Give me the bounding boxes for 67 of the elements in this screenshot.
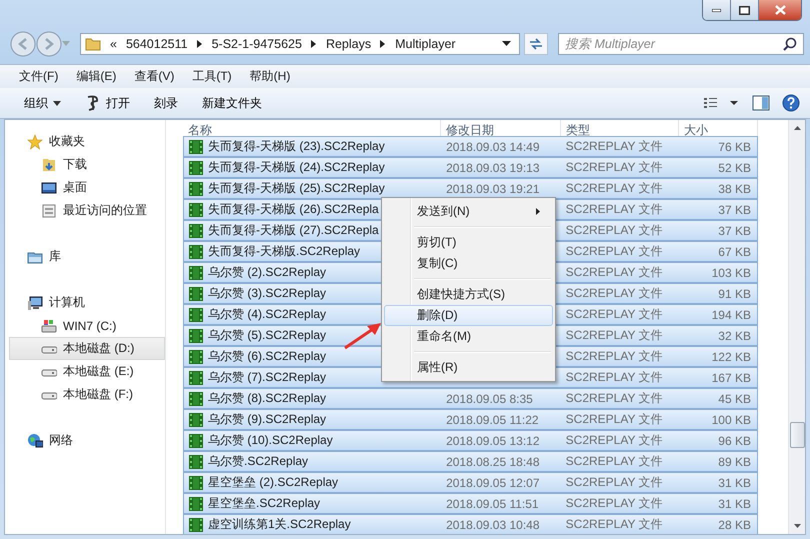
file-type: SC2REPLAY 文件	[566, 453, 663, 470]
file-size: 31 KB	[718, 476, 751, 490]
file-type: SC2REPLAY 文件	[566, 348, 663, 365]
file-name: 虚空训练第1关.SC2Replay	[208, 516, 351, 533]
file-type: SC2REPLAY 文件	[566, 516, 663, 533]
file-name: 乌尔赞 (4).SC2Replay	[208, 306, 326, 323]
file-name: 失而复得-天梯版 (24).SC2Replay	[208, 159, 385, 176]
file-name: 乌尔赞 (8).SC2Replay	[208, 390, 326, 407]
file-name: 乌尔赞.SC2Replay	[208, 453, 308, 470]
file-name: 乌尔赞 (3).SC2Replay	[208, 285, 326, 302]
file-type: SC2REPLAY 文件	[566, 495, 663, 512]
file-type: SC2REPLAY 文件	[566, 180, 663, 197]
file-size: 67 KB	[718, 244, 751, 258]
date-modified: 2018.09.03 19:21	[446, 182, 540, 196]
file-size: 37 KB	[718, 224, 751, 238]
file-type: SC2REPLAY 文件	[566, 159, 663, 176]
file-size: 96 KB	[718, 434, 751, 448]
file-size: 37 KB	[718, 202, 751, 216]
file-type: SC2REPLAY 文件	[566, 369, 663, 386]
date-modified: 2018.09.05 11:22	[446, 412, 539, 426]
file-type: SC2REPLAY 文件	[566, 285, 663, 302]
file-size: 89 KB	[718, 454, 751, 468]
file-name: 乌尔赞 (9).SC2Replay	[208, 411, 326, 428]
file-size: 194 KB	[712, 308, 751, 322]
file-size: 32 KB	[718, 328, 751, 342]
file-size: 91 KB	[718, 286, 751, 300]
file-name: 乌尔赞 (7).SC2Replay	[208, 369, 326, 386]
file-name: 乌尔赞 (5).SC2Replay	[208, 327, 326, 344]
file-size: 100 KB	[712, 412, 751, 426]
file-name: 乌尔赞 (2).SC2Replay	[208, 264, 326, 281]
file-type: SC2REPLAY 文件	[566, 390, 663, 407]
file-size: 38 KB	[718, 182, 751, 196]
file-type: SC2REPLAY 文件	[566, 306, 663, 323]
file-name: 乌尔赞 (6).SC2Replay	[208, 348, 326, 365]
file-type: SC2REPLAY 文件	[566, 474, 663, 491]
file-name: 星空堡垒 (2).SC2Replay	[208, 474, 338, 491]
file-size: 76 KB	[718, 140, 751, 154]
date-modified: 2018.09.05 13:12	[446, 434, 540, 448]
file-type: SC2REPLAY 文件	[566, 138, 663, 155]
file-name: 失而复得-天梯版.SC2Replay	[208, 243, 360, 260]
file-type: SC2REPLAY 文件	[566, 201, 663, 218]
file-size: 52 KB	[718, 160, 751, 174]
file-name: 失而复得-天梯版 (25).SC2Replay	[208, 180, 385, 197]
date-modified: 2018.09.05 8:35	[446, 392, 533, 406]
file-type: SC2REPLAY 文件	[566, 243, 663, 260]
date-modified: 2018.09.05 11:51	[446, 496, 539, 510]
date-modified: 2018.09.05 12:07	[446, 476, 540, 490]
file-size: 45 KB	[718, 392, 751, 406]
file-type: SC2REPLAY 文件	[566, 411, 663, 428]
file-type: SC2REPLAY 文件	[566, 432, 663, 449]
file-type: SC2REPLAY 文件	[566, 222, 663, 239]
date-modified: 2018.09.03 14:49	[446, 140, 540, 154]
file-type: SC2REPLAY 文件	[566, 327, 663, 344]
file-size: 122 KB	[712, 350, 751, 364]
date-modified: 2018.08.25 18:48	[446, 454, 540, 468]
file-size: 167 KB	[712, 370, 751, 384]
file-name: 失而复得-天梯版 (26).SC2Repla	[208, 201, 379, 218]
file-size: 31 KB	[718, 496, 751, 510]
file-name: 星空堡垒.SC2Replay	[208, 495, 320, 512]
file-size: 28 KB	[718, 518, 751, 532]
file-size: 103 KB	[712, 266, 751, 280]
date-modified: 2018.09.03 19:13	[446, 160, 540, 174]
date-modified: 2018.09.03 10:48	[446, 518, 540, 532]
file-name: 乌尔赞 (10).SC2Replay	[208, 432, 333, 449]
file-type: SC2REPLAY 文件	[566, 264, 663, 281]
file-name: 失而复得-天梯版 (27).SC2Repla	[208, 222, 379, 239]
file-name: 失而复得-天梯版 (23).SC2Replay	[208, 138, 385, 155]
